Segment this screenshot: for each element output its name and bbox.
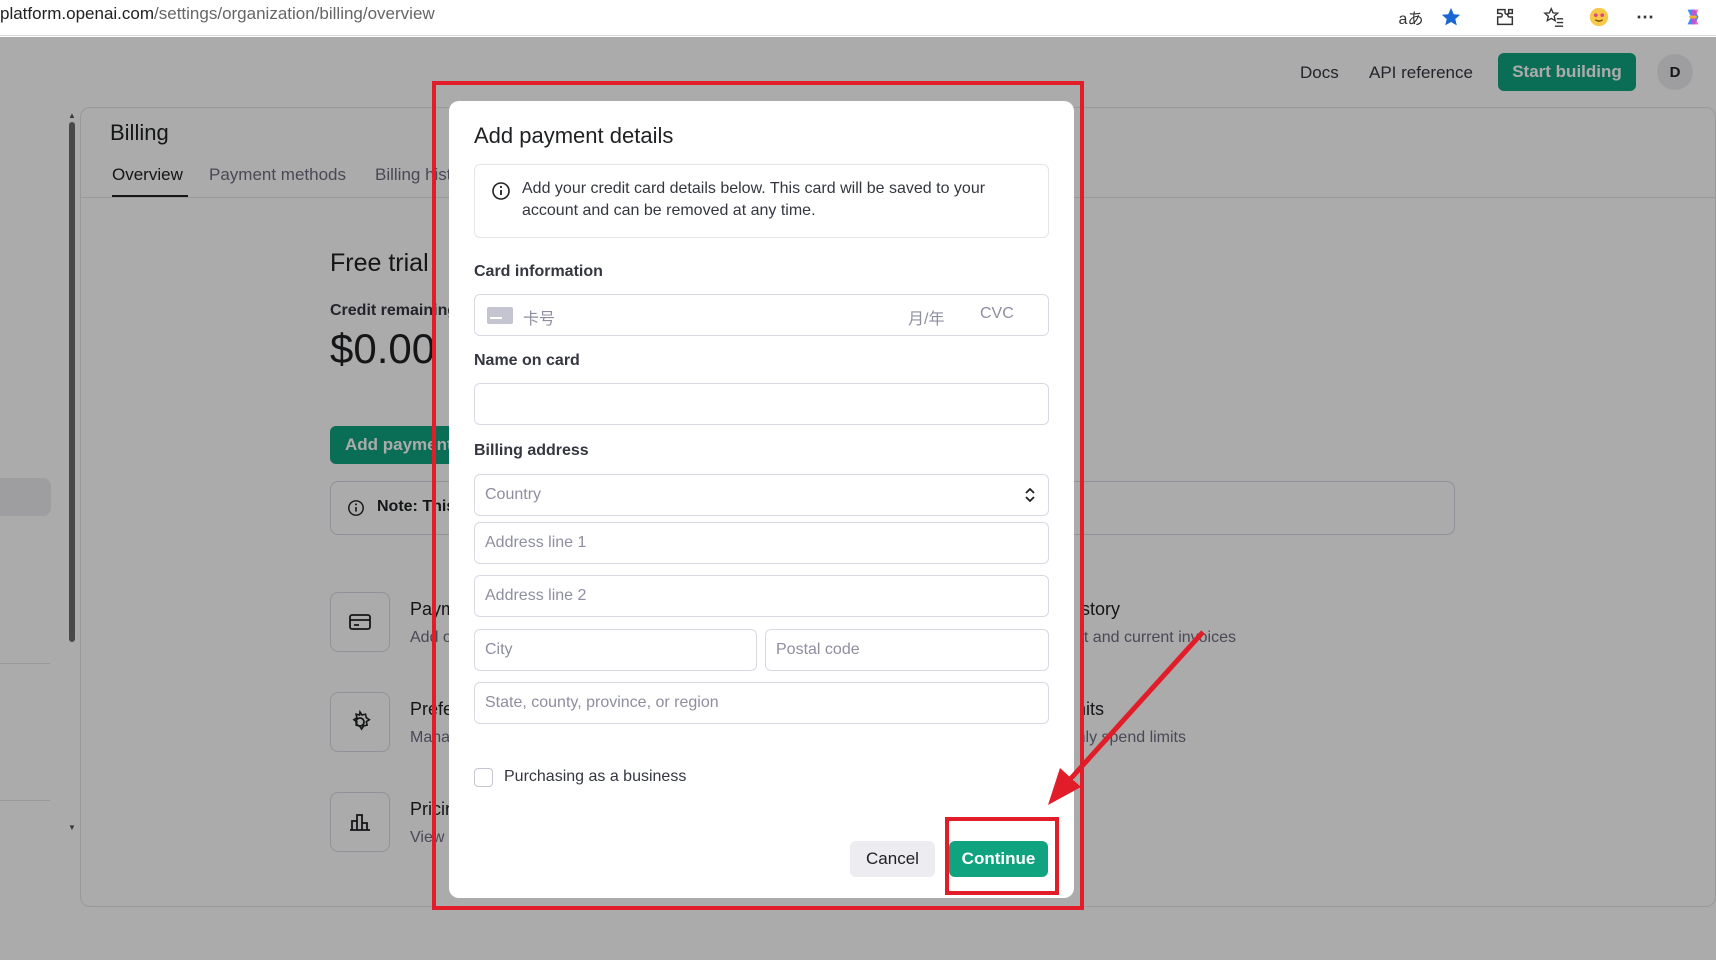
address-bar[interactable]: platform.openai.com/settings/organizatio…: [0, 4, 435, 24]
favorite-star-icon[interactable]: [1438, 4, 1464, 30]
annotation-highlight-continue: [945, 817, 1059, 895]
emoji-profile-icon[interactable]: [1586, 4, 1612, 30]
copilot-icon[interactable]: [1680, 4, 1706, 30]
favorites-list-icon[interactable]: [1541, 4, 1567, 30]
url-path: /settings/organization/billing/overview: [154, 4, 435, 23]
more-options-icon[interactable]: ⋯: [1632, 4, 1658, 30]
url-host: platform.openai.com: [0, 4, 155, 23]
browser-toolbar: platform.openai.com/settings/organizatio…: [0, 0, 1716, 36]
extensions-icon[interactable]: [1492, 4, 1518, 30]
read-aloud-icon[interactable]: aあ: [1398, 4, 1424, 30]
annotation-highlight-modal: [432, 81, 1084, 910]
